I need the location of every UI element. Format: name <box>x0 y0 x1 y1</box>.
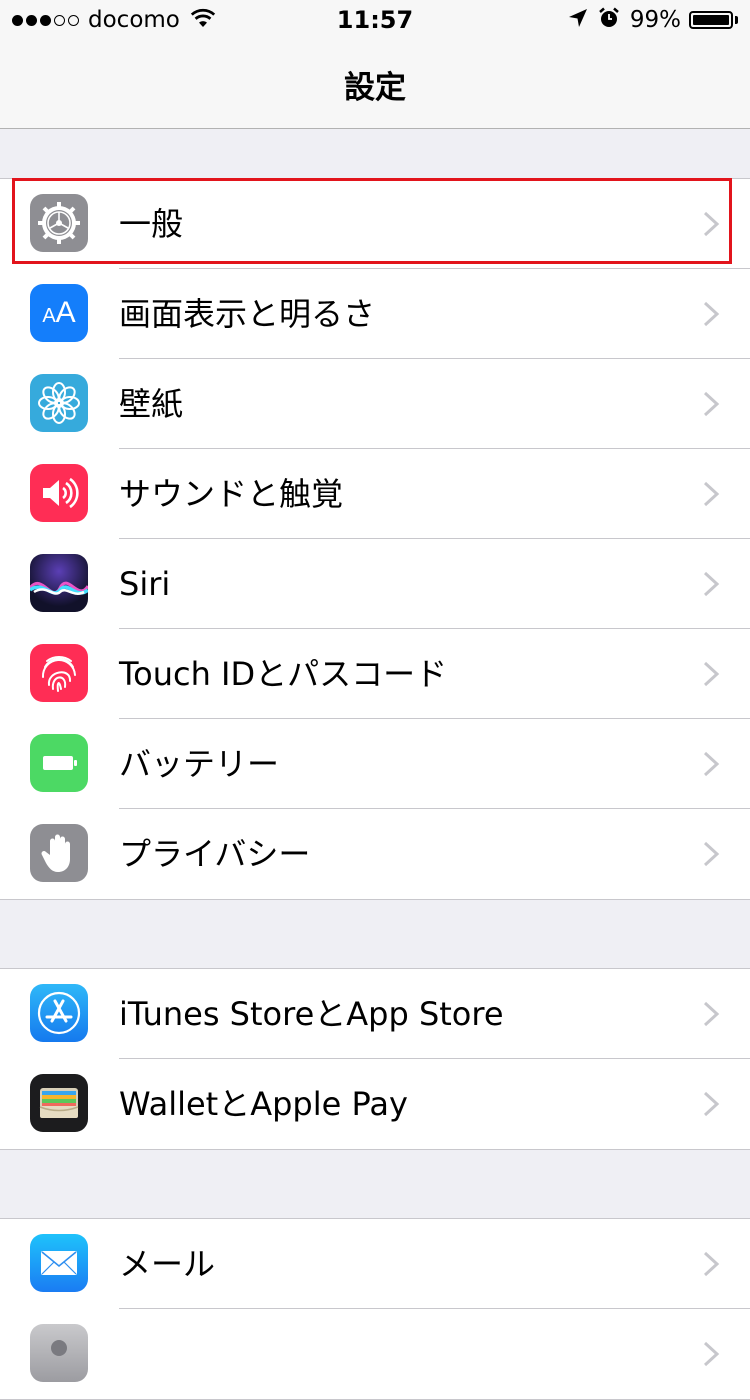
chevron-right-icon <box>703 571 720 597</box>
gear-icon <box>30 194 88 252</box>
chevron-right-icon <box>703 1091 720 1117</box>
row-label: メール <box>119 1245 216 1283</box>
row-battery[interactable]: バッテリー <box>0 719 750 809</box>
row-label: サウンドと触覚 <box>119 475 344 513</box>
alarm-icon <box>598 7 620 33</box>
wallet-icon <box>30 1074 88 1132</box>
battery-icon <box>30 734 88 792</box>
row-label: バッテリー <box>119 745 280 783</box>
speaker-icon <box>30 464 88 522</box>
siri-icon <box>30 554 88 612</box>
row-label: Touch IDとパスコード <box>119 655 448 693</box>
row-mail[interactable]: メール <box>0 1219 750 1309</box>
location-arrow-icon <box>568 8 588 32</box>
row-sounds-haptics[interactable]: サウンドと触覚 <box>0 449 750 539</box>
chevron-right-icon <box>703 1251 720 1277</box>
settings-group-2: iTunes StoreとApp Store WalletとApple Pay <box>0 968 750 1150</box>
status-right: 99% <box>568 7 738 33</box>
settings-group-1: 一般 AA 画面表示と明るさ 壁紙 サウンドと触覚 Siri Touch IDと… <box>0 178 750 900</box>
battery-fill <box>693 15 729 25</box>
chevron-right-icon <box>703 751 720 777</box>
flower-icon <box>30 374 88 432</box>
battery-percentage: 99% <box>629 7 681 33</box>
row-touch-id-passcode[interactable]: Touch IDとパスコード <box>0 629 750 719</box>
row-siri[interactable]: Siri <box>0 539 750 629</box>
row-privacy[interactable]: プライバシー <box>0 809 750 899</box>
battery-icon <box>689 11 733 29</box>
chevron-right-icon <box>703 1001 720 1027</box>
row-label: 壁紙 <box>119 385 184 423</box>
battery-tip <box>735 16 738 24</box>
chevron-right-icon <box>703 391 720 417</box>
row-label: 一般 <box>119 205 184 243</box>
row-label: Siri <box>119 565 171 603</box>
row-wallpaper[interactable]: 壁紙 <box>0 359 750 449</box>
navigation-bar: 設定 <box>0 40 750 129</box>
row-label: WalletとApple Pay <box>119 1085 408 1123</box>
row-label: プライバシー <box>119 835 311 873</box>
settings-group-3: メール <box>0 1218 750 1400</box>
mail-icon <box>30 1234 88 1292</box>
row-display-brightness[interactable]: AA 画面表示と明るさ <box>0 269 750 359</box>
app-store-icon <box>30 984 88 1042</box>
chevron-right-icon <box>703 1341 720 1367</box>
row-contacts[interactable] <box>0 1309 750 1399</box>
chevron-right-icon <box>703 841 720 867</box>
row-itunes-app-store[interactable]: iTunes StoreとApp Store <box>0 969 750 1059</box>
chevron-right-icon <box>703 211 720 237</box>
row-wallet-apple-pay[interactable]: WalletとApple Pay <box>0 1059 750 1149</box>
hand-icon <box>30 824 88 882</box>
row-label: 画面表示と明るさ <box>119 295 376 333</box>
chevron-right-icon <box>703 481 720 507</box>
chevron-right-icon <box>703 661 720 687</box>
chevron-right-icon <box>703 301 720 327</box>
status-bar: docomo 11:57 99% <box>0 0 750 40</box>
row-label: iTunes StoreとApp Store <box>119 995 504 1033</box>
fingerprint-icon <box>30 644 88 702</box>
page-title: 設定 <box>344 70 406 106</box>
contacts-icon <box>30 1324 88 1382</box>
row-general[interactable]: 一般 <box>0 179 750 269</box>
text-size-icon: AA <box>30 284 88 342</box>
